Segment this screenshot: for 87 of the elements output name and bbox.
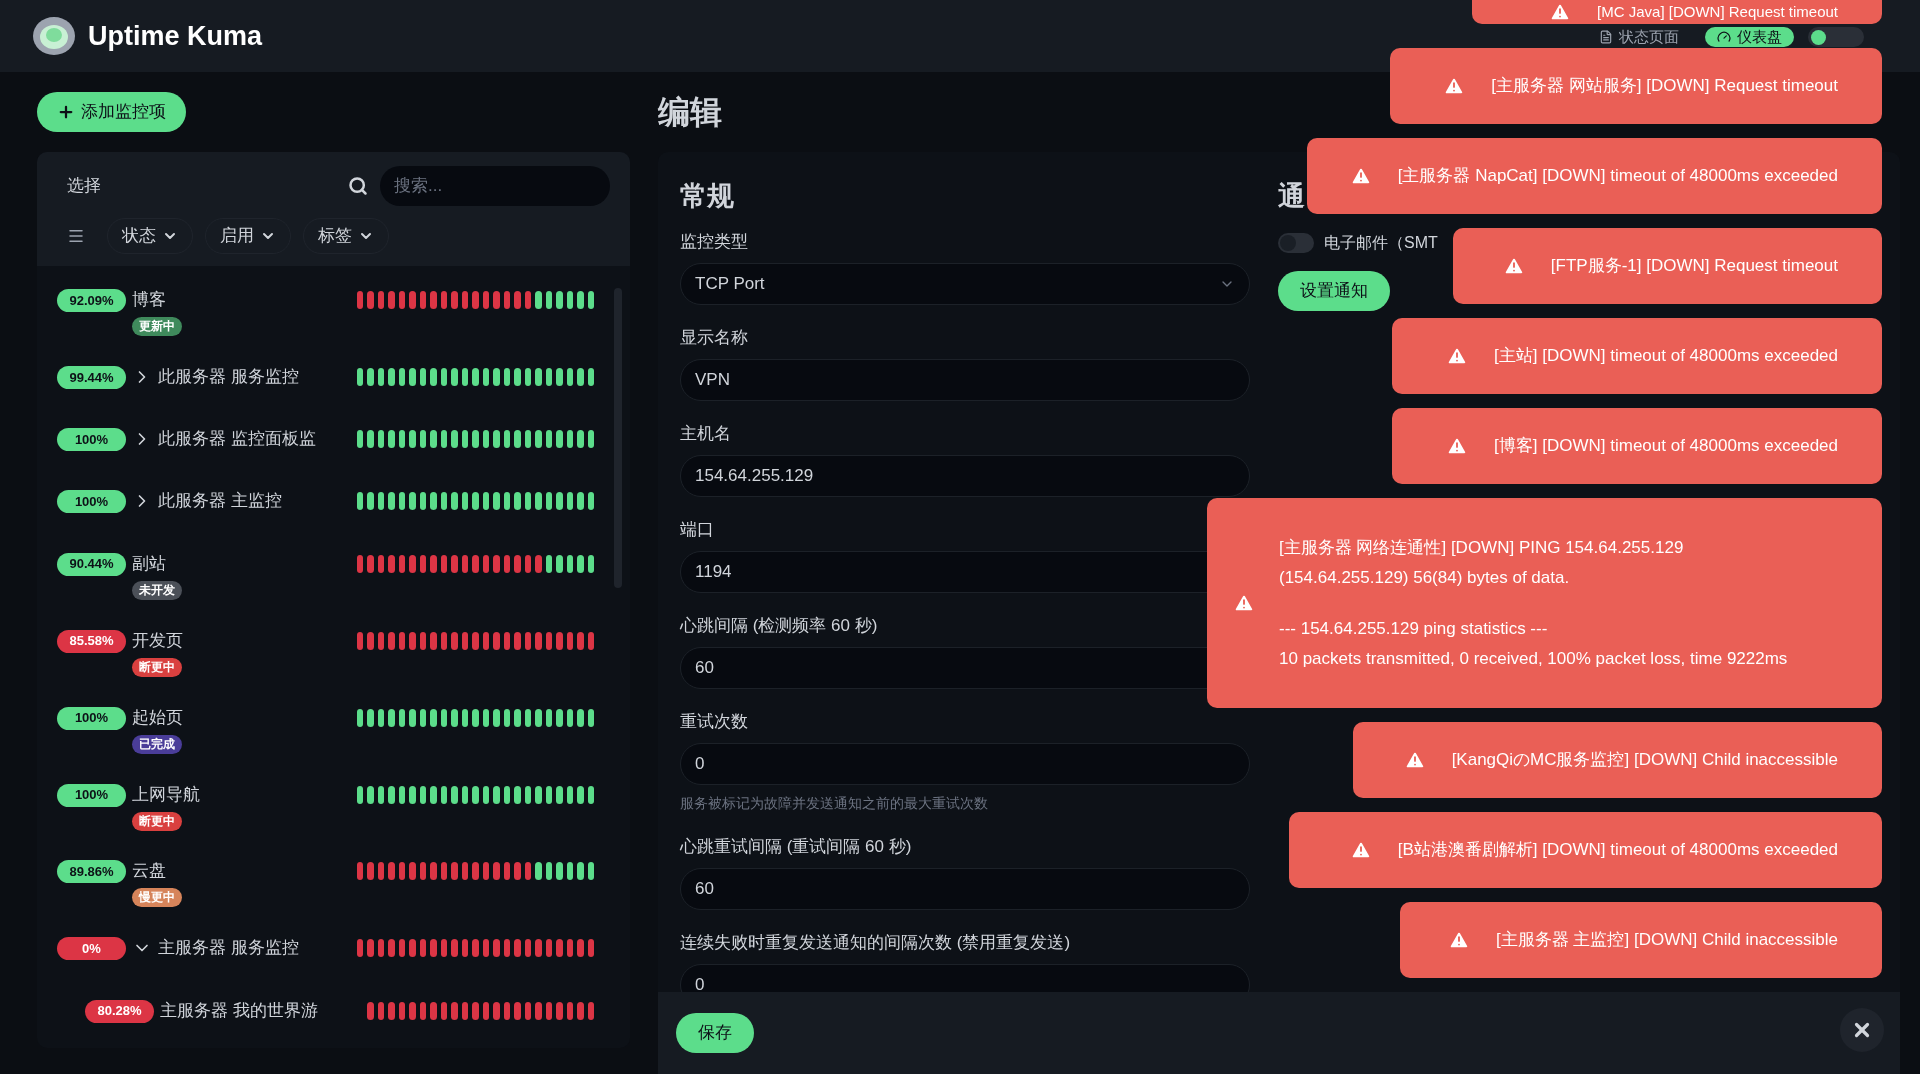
- monitor-name[interactable]: 此服务器 主监控: [158, 489, 282, 514]
- toast-message: [主服务器 网络连通性] [DOWN] PING 154.64.255.129: [1279, 537, 1685, 559]
- field-label: 重试次数: [680, 710, 749, 733]
- monitor-name[interactable]: 起始页: [132, 705, 183, 730]
- toast-message: --- 154.64.255.129 ping statistics ---: [1279, 618, 1549, 640]
- toast-message: [FTP服务-1] [DOWN] Request timeout: [1550, 255, 1838, 278]
- plus-icon: [57, 103, 75, 121]
- uptime-badge: 92.09%: [57, 289, 126, 312]
- uptime-badge: 80.28%: [85, 999, 154, 1023]
- uptime-badge: 100%: [57, 490, 126, 514]
- monitor-name[interactable]: 此服务器 监控面板监: [158, 427, 316, 452]
- field-label: 端口: [680, 518, 715, 541]
- monitor-name[interactable]: 此服务器 服务监控: [158, 365, 299, 389]
- toast-message: [博客] [DOWN] timeout of 48000ms exceeded: [1494, 435, 1838, 458]
- uptime-badge: 0%: [57, 937, 126, 961]
- monitor-name[interactable]: 开发页: [132, 628, 183, 653]
- warning-icon: [1403, 749, 1426, 771]
- warning-icon: [1446, 435, 1469, 457]
- profile-menu[interactable]: [1808, 27, 1864, 47]
- monitor-name[interactable]: 主服务器 我的世界游: [160, 998, 318, 1023]
- input-field[interactable]: 154.64.255.129: [680, 454, 1250, 497]
- warning-icon: [1448, 929, 1471, 951]
- toast-message: [MC Java] [DOWN] Request timeout: [1597, 1, 1838, 22]
- field-label: 心跳重试间隔 (重试间隔 60 秒): [680, 835, 913, 858]
- toast-message: [KangQiのMC服务监控] [DOWN] Child inaccessible: [1451, 749, 1838, 772]
- monitor-tag: 断更中: [132, 657, 182, 677]
- monitor-name[interactable]: 主服务器 服务监控: [158, 936, 299, 961]
- toast-message: (154.64.255.129) 56(84) bytes of data.: [1279, 566, 1571, 589]
- document-icon: [1599, 30, 1613, 44]
- gauge-icon: [1717, 30, 1731, 44]
- warning-icon: [1233, 592, 1255, 614]
- monitor-tag: 慢更中: [132, 888, 182, 908]
- toast-message: [B站港澳番剧解析] [DOWN] timeout of 48000ms exceeded: [1397, 839, 1838, 862]
- warning-icon: [1443, 75, 1466, 97]
- monitor-name[interactable]: 云盘: [132, 859, 166, 884]
- field-label: 心跳间隔 (检测频率 60 秒): [680, 614, 879, 637]
- uptime-badge: 100%: [57, 428, 126, 452]
- uptime-badge: 100%: [57, 783, 126, 807]
- logo-icon: [32, 16, 76, 56]
- toast-message: [主站] [DOWN] timeout of 48000ms exceeded: [1494, 345, 1838, 368]
- toast-message: [主服务器 NapCat] [DOWN] timeout of 48000ms exceeded: [1397, 165, 1838, 188]
- help-text: 服务被标记为故障并发送通知之前的最大重试次数: [680, 793, 989, 813]
- monitor-tag: 断更中: [132, 811, 182, 831]
- field-label: 连续失败时重复发送通知的间隔次数 (禁用重复发送): [680, 931, 1072, 954]
- warning-icon: [1349, 165, 1372, 187]
- search-icon: [348, 176, 368, 196]
- warning-icon: [1446, 345, 1469, 367]
- app-title: Uptime Kuma: [88, 19, 263, 53]
- select-button[interactable]: 选择: [57, 166, 111, 206]
- warning-icon: [1349, 839, 1372, 861]
- monitor-tag: 已完成: [132, 734, 182, 754]
- avatar-icon: [1811, 29, 1826, 45]
- field-label: 显示名称: [680, 326, 749, 349]
- monitor-name[interactable]: 上网导航: [132, 782, 200, 807]
- uptime-badge: 90.44%: [57, 552, 126, 576]
- monitor-type-select[interactable]: TCP Port: [680, 262, 1250, 305]
- notification-label: 电子邮件（SMT: [1324, 232, 1438, 253]
- uptime-badge: 100%: [57, 706, 126, 730]
- monitor-name[interactable]: 副站: [132, 551, 166, 576]
- uptime-badge: 85.58%: [57, 629, 126, 653]
- setup-notification-button[interactable]: 设置通知: [1278, 270, 1390, 311]
- field-label: 主机名: [680, 422, 732, 445]
- field-label: 监控类型: [680, 230, 749, 253]
- uptime-badge: 99.44%: [57, 366, 126, 389]
- monitor-tag: 未开发: [132, 580, 182, 600]
- uptime-badge: 89.86%: [57, 860, 126, 884]
- input-field[interactable]: 0: [680, 742, 1250, 785]
- input-field[interactable]: VPN: [680, 358, 1250, 401]
- nav-link[interactable]: 状态页面: [1587, 27, 1691, 47]
- nav-link[interactable]: 仪表盘: [1705, 27, 1794, 47]
- monitor-tag: 更新中: [132, 317, 182, 336]
- section-heading: 常规: [680, 180, 735, 213]
- page-title: 编辑: [658, 94, 723, 130]
- warning-icon: [1502, 255, 1525, 277]
- warning-icon: [1549, 1, 1572, 23]
- input-field[interactable]: 0: [680, 963, 1250, 992]
- toggle-switch[interactable]: [1278, 232, 1314, 253]
- menu-icon[interactable]: [67, 227, 85, 245]
- search-field[interactable]: 搜索...: [380, 166, 610, 206]
- monitor-name[interactable]: 博客: [132, 288, 166, 312]
- section-heading: 通: [1278, 180, 1305, 213]
- add-monitor-button[interactable]: 添加监控项: [37, 92, 186, 132]
- toast-message: [主服务器 主监控] [DOWN] Child inaccessible: [1496, 929, 1838, 952]
- save-button[interactable]: 保存: [676, 1013, 754, 1053]
- toast-message: [主服务器 网站服务] [DOWN] Request timeout: [1491, 75, 1838, 98]
- input-field[interactable]: 60: [680, 867, 1250, 910]
- toast-message: 10 packets transmitted, 0 received, 100% packet loss, time 9222ms: [1279, 647, 1788, 670]
